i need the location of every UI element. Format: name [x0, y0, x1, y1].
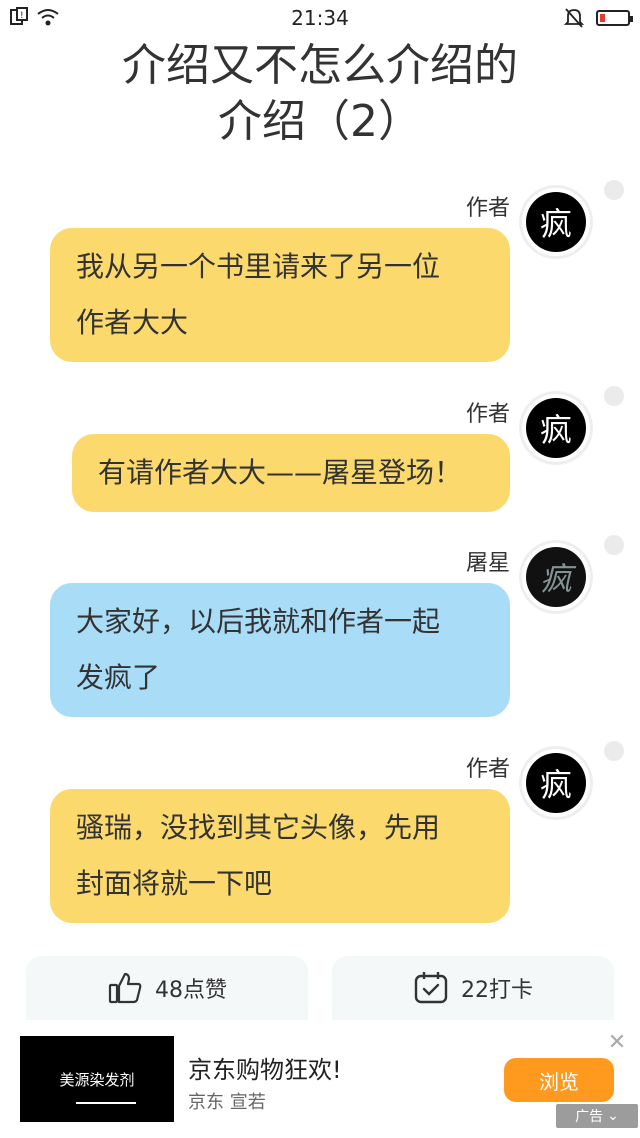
ad-subtitle: 京东 宣若	[188, 1092, 266, 1113]
bubble-line: 有请作者大大——屠星登场！	[98, 456, 463, 489]
avatar[interactable]: 疯	[522, 543, 590, 611]
chat-bubble: 有请作者大大——屠星登场！	[72, 434, 510, 512]
avatar-glyph: 疯	[539, 560, 572, 598]
like-count: 48点赞	[155, 978, 227, 1003]
chat-bubble: 大家好，以后我就和作者一起 发疯了	[50, 583, 510, 717]
ad-tag[interactable]: 广告 ⌄	[556, 1104, 638, 1128]
chat-bubble: 骚瑞，没找到其它头像，先用 封面将就一下吧	[50, 789, 510, 923]
close-icon[interactable]: ✕	[606, 1032, 628, 1054]
bell-muted-icon	[564, 8, 584, 28]
ad-title: 京东购物狂欢!	[188, 1056, 342, 1084]
status-right	[564, 7, 633, 29]
author-name: 屠星	[465, 551, 510, 576]
status-dot	[604, 535, 624, 555]
battery-icon	[596, 10, 633, 26]
bubble-line: 发疯了	[76, 661, 161, 694]
status-dot	[604, 180, 624, 200]
ad-thumbnail: 美源染发剂	[20, 1036, 174, 1122]
avatar-glyph: 疯	[539, 766, 572, 804]
thumbs-up-icon	[108, 972, 142, 1004]
calendar-check-icon	[414, 972, 448, 1004]
avatar[interactable]: 疯	[522, 188, 590, 256]
bubble-line: 骚瑞，没找到其它头像，先用	[76, 811, 441, 844]
author-name: 作者	[465, 196, 510, 221]
ad-banner[interactable]: 美源染发剂 京东购物狂欢! 京东 宣若 浏览 ✕ 广告 ⌄	[0, 1022, 640, 1138]
ad-tag-label: 广告	[575, 1109, 604, 1125]
avatar[interactable]: 疯	[522, 394, 590, 462]
avatar[interactable]: 疯	[522, 749, 590, 817]
page-title: 介绍又不怎么介绍的 介绍（2）	[0, 38, 640, 150]
status-time: 21:34	[291, 6, 349, 30]
avatar-glyph: 疯	[539, 205, 572, 243]
bubble-line: 封面将就一下吧	[76, 867, 273, 900]
like-button[interactable]: 48点赞	[26, 956, 308, 1020]
status-dot	[604, 386, 624, 406]
status-bar: ! 21:34	[0, 0, 640, 36]
ad-browse-button[interactable]: 浏览	[504, 1058, 614, 1102]
chevron-down-icon: ⌄	[607, 1108, 619, 1124]
status-dot	[604, 741, 624, 761]
bubble-line: 作者大大	[76, 306, 189, 339]
avatar-glyph: 疯	[539, 411, 572, 449]
author-name: 作者	[465, 402, 510, 427]
checkin-count: 22打卡	[461, 978, 533, 1003]
checkin-button[interactable]: 22打卡	[332, 956, 614, 1020]
author-name: 作者	[465, 757, 510, 782]
bubble-line: 大家好，以后我就和作者一起	[76, 605, 441, 638]
chat-bubble: 我从另一个书里请来了另一位 作者大大	[50, 228, 510, 362]
title-line-2: 介绍（2）	[218, 96, 422, 147]
ad-thumbnail-text: 美源染发剂	[59, 1070, 135, 1089]
bubble-line: 我从另一个书里请来了另一位	[76, 250, 441, 283]
title-line-1: 介绍又不怎么介绍的	[122, 40, 518, 91]
